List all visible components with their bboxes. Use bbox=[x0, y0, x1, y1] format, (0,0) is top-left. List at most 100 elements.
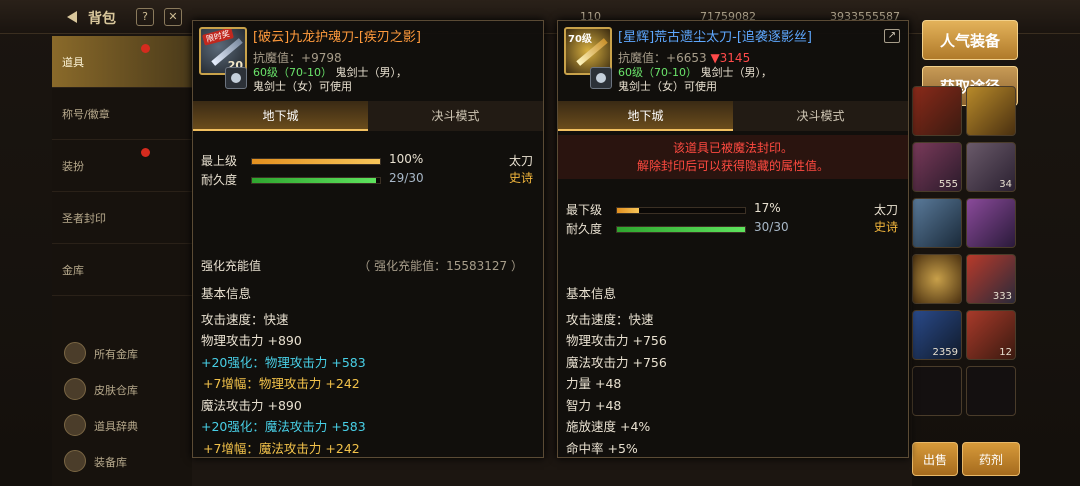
seal-warning: 该道具已被魔法封印。 解除封印后可以获得隐藏的属性值。 bbox=[558, 135, 908, 179]
stat-line: 命中率 +5% bbox=[566, 440, 638, 456]
inventory-slot[interactable]: 333 bbox=[966, 254, 1016, 304]
bar-fill bbox=[617, 227, 745, 232]
tab-dungeon[interactable]: 地下城 bbox=[193, 101, 368, 131]
basic-info: 基本信息 攻击速度：快速 物理攻击力 +756 魔法攻击力 +756 力量 +48 智力… bbox=[566, 283, 667, 459]
sidebar-sub-label: 皮肤仓库 bbox=[94, 384, 138, 397]
stat-line: +20强化：物理攻击力 +583 bbox=[201, 354, 366, 370]
item-header: 限时奖 20 [破云]九龙护魂刀-[疾刃之影] 抗魔值：+9798 60级（70… bbox=[193, 21, 543, 101]
vault-icon bbox=[64, 342, 86, 364]
stat-bar-row: 耐久度 30/30 bbox=[566, 220, 902, 239]
job-icon bbox=[590, 67, 612, 89]
sidebar: 道具 称号/徽章 装扮 圣者封印 金库 所有金库 皮肤仓库 道具辞典 装备库 bbox=[52, 36, 192, 486]
inventory-slot[interactable] bbox=[912, 254, 962, 304]
stat-bar-row: 耐久度 29/30 bbox=[201, 171, 537, 190]
inventory-slot[interactable]: 555 bbox=[912, 142, 962, 192]
item-tooltip-equipped: 限时奖 20 [破云]九龙护魂刀-[疾刃之影] 抗魔值：+9798 60级（70… bbox=[192, 20, 544, 458]
sell-button[interactable]: 出售 bbox=[912, 442, 958, 476]
inventory-slot-empty[interactable] bbox=[912, 366, 962, 416]
sidebar-sub-label: 道具辞典 bbox=[94, 420, 138, 433]
stat-line: +20强化：魔法攻击力 +583 bbox=[201, 419, 366, 434]
slot-count: 34 bbox=[999, 179, 1012, 190]
medicine-button[interactable]: 药剂 bbox=[962, 442, 1020, 476]
bar-label: 耐久度 bbox=[566, 222, 603, 236]
item-header: 70级 [星辉]荒古遗尘太刀-[追袭逐影丝] 抗魔值：+6653 ▼3145 6… bbox=[558, 21, 908, 101]
sidebar-sub-dictionary[interactable]: 道具辞典 bbox=[52, 408, 192, 444]
sidebar-item-titles[interactable]: 称号/徽章 bbox=[52, 88, 192, 140]
weapon-type: 太刀 史诗 bbox=[873, 203, 898, 234]
inventory-slot[interactable]: 12 bbox=[966, 310, 1016, 360]
sidebar-item-items[interactable]: 道具 bbox=[52, 36, 192, 88]
sidebar-item-label: 金库 bbox=[62, 264, 84, 277]
enhance-charge: 强化充能值 （ 强化充能值：15583127 ） bbox=[201, 259, 523, 273]
bar-track bbox=[251, 177, 381, 184]
bar-label: 最上级 bbox=[201, 154, 238, 168]
stat-line: +7增幅：物理攻击力 +242 bbox=[203, 376, 360, 391]
bar-track bbox=[616, 207, 746, 214]
stat-line: 力量 +48 bbox=[566, 376, 622, 391]
stat-bars: 最上级 100% 耐久度 29/30 bbox=[201, 152, 537, 190]
inventory-slot[interactable] bbox=[966, 198, 1016, 248]
slot-count: 555 bbox=[938, 179, 958, 190]
stat-line: 攻击速度：快速 bbox=[566, 311, 654, 327]
stat-line: 攻击速度：快速 bbox=[201, 311, 289, 327]
tab-pvp[interactable]: 决斗模式 bbox=[733, 101, 908, 131]
inventory-slot-empty[interactable] bbox=[966, 366, 1016, 416]
bar-fill bbox=[617, 208, 639, 213]
slot-count: 333 bbox=[992, 291, 1012, 302]
stat-line: 魔法攻击力 +890 bbox=[201, 397, 302, 413]
question-icon[interactable]: ? bbox=[136, 8, 154, 26]
stat-bar-row: 最上级 100% bbox=[201, 152, 537, 171]
weapon-type: 太刀 史诗 bbox=[508, 154, 533, 185]
bar-value: 30/30 bbox=[754, 220, 789, 234]
sidebar-sub-skin[interactable]: 皮肤仓库 bbox=[52, 372, 192, 408]
skin-icon bbox=[64, 378, 86, 400]
sidebar-item-vault[interactable]: 金库 bbox=[52, 244, 192, 296]
stat-bars: 最下级 17% 耐久度 30/30 bbox=[566, 201, 902, 239]
share-icon[interactable]: ↗ bbox=[884, 29, 900, 43]
close-icon[interactable]: ✕ bbox=[164, 8, 182, 26]
info-title: 基本信息 bbox=[566, 286, 617, 301]
bar-label: 耐久度 bbox=[201, 173, 238, 187]
rarity-label: 史诗 bbox=[508, 171, 533, 185]
bar-track bbox=[616, 226, 746, 233]
dictionary-icon bbox=[64, 414, 86, 436]
inventory-slot[interactable]: 34 bbox=[966, 142, 1016, 192]
sidebar-sub-label: 装备库 bbox=[94, 456, 127, 469]
stat-bar-row: 最下级 17% bbox=[566, 201, 902, 220]
bar-value: 17% bbox=[754, 201, 781, 215]
seal-line: 解除封印后可以获得隐藏的属性值。 bbox=[636, 159, 829, 173]
sidebar-item-avatar[interactable]: 装扮 bbox=[52, 140, 192, 192]
mode-tabs: 地下城 决斗模式 bbox=[558, 101, 908, 131]
sidebar-sub-all-vault[interactable]: 所有金库 bbox=[52, 336, 192, 372]
tab-dungeon[interactable]: 地下城 bbox=[558, 101, 733, 131]
bar-fill bbox=[252, 159, 380, 164]
seal-line: 该道具已被魔法封印。 bbox=[672, 141, 793, 155]
inventory-slot[interactable] bbox=[912, 198, 962, 248]
sidebar-item-seal[interactable]: 圣者封印 bbox=[52, 192, 192, 244]
notification-dot bbox=[141, 44, 150, 53]
slot-count: 12 bbox=[999, 347, 1012, 358]
job-icon bbox=[225, 67, 247, 89]
bar-value: 29/30 bbox=[389, 171, 424, 185]
rarity-label: 史诗 bbox=[873, 220, 898, 234]
inventory-slot[interactable] bbox=[912, 86, 962, 136]
page-title: 背包 bbox=[88, 11, 116, 27]
stat-line: 施放速度 +4% bbox=[566, 419, 651, 434]
stat-line: 物理攻击力 +890 bbox=[201, 333, 302, 348]
notification-dot bbox=[141, 148, 150, 157]
back-arrow-icon[interactable] bbox=[58, 6, 80, 28]
stat-line: 智力 +48 bbox=[566, 397, 622, 413]
inventory-slot[interactable]: 2359 bbox=[912, 310, 962, 360]
inventory-slot[interactable] bbox=[966, 86, 1016, 136]
sidebar-sub-equipment[interactable]: 装备库 bbox=[52, 444, 192, 480]
item-name: [星辉]荒古遗尘太刀-[追袭逐影丝] bbox=[618, 30, 812, 45]
item-icon-level: 70级 bbox=[568, 34, 592, 45]
tab-pvp[interactable]: 决斗模式 bbox=[368, 101, 543, 131]
mode-tabs: 地下城 决斗模式 bbox=[193, 101, 543, 131]
limited-tag: 限时奖 bbox=[202, 29, 234, 46]
sidebar-item-label: 道具 bbox=[62, 56, 84, 69]
bar-label: 最下级 bbox=[566, 203, 603, 217]
popular-equipment-button[interactable]: 人气装备 bbox=[922, 20, 1018, 60]
equipment-icon bbox=[64, 450, 86, 472]
item-tooltip-compare: 70级 [星辉]荒古遗尘太刀-[追袭逐影丝] 抗魔值：+6653 ▼3145 6… bbox=[557, 20, 909, 458]
